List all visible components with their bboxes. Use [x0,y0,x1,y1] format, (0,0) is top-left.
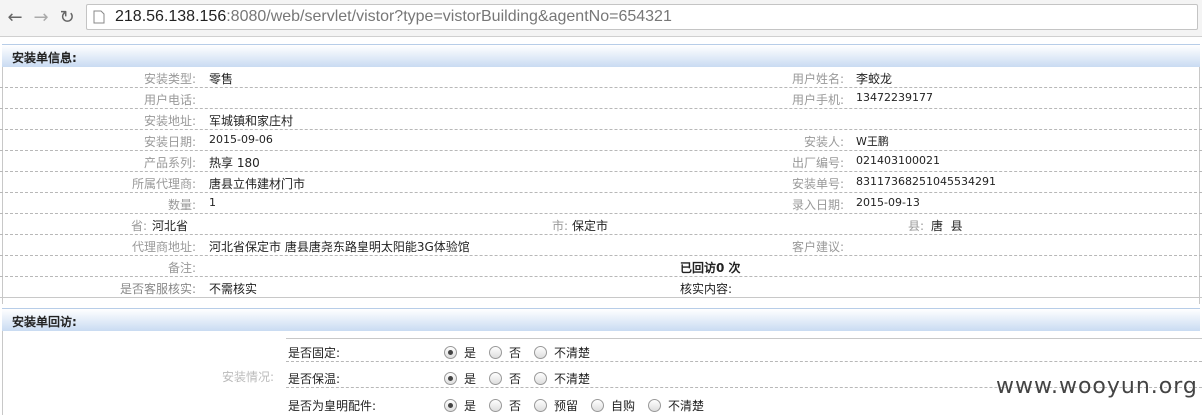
install-status-label: 安装情况: [222,370,275,384]
table-row: 省: 河北省 市: 保定市 县: 唐 县 [0,214,1202,235]
radio-option-unclear[interactable]: 不清楚 [648,397,704,414]
radio-option-self-purchased[interactable]: 自购 [591,397,635,414]
url-text: 218.56.138.156:8080/web/servlet/vistor?t… [115,8,672,25]
product-value: 热享 180 [209,156,260,170]
field-label: 安装单号: [791,177,844,191]
table-row: 安装地址: 军城镇和家庄村 [0,109,1202,130]
table-row: 是否客服核实: 不需核实 核实内容: [0,277,1202,298]
verify-content-label: 核实内容: [680,282,733,296]
reload-icon[interactable]: ↻ [56,7,78,29]
radio-button[interactable] [534,372,547,385]
agent-address-value: 河北省保定市 唐县唐尧东路皇明太阳能3G体验馆 [209,240,470,254]
question-label: 是否为皇明配件: [288,399,377,413]
radio-button[interactable] [444,372,457,385]
field-label: 用户电话: [143,93,196,107]
question-label: 是否固定: [288,346,341,360]
field-label: 安装人: [803,135,844,149]
agent-value: 唐县立伟建材门市 [209,177,306,191]
field-label: 安装日期: [143,135,196,149]
user-name-value: 李蛟龙 [856,72,893,86]
field-label: 用户手机: [791,93,844,107]
table-row: 产品系列: 热享 180 出厂编号: 021403100021 [0,151,1202,172]
radio-option-yes[interactable]: 是 [444,370,476,387]
field-label: 省: [130,219,147,233]
question-label: 是否保温: [288,372,341,386]
page-icon [93,10,105,24]
table-row: 备注: 已回访0 次 [0,256,1202,277]
radio-option-no[interactable]: 否 [489,370,521,387]
section-title: 安装单信息: [12,51,77,65]
radio-option-unclear[interactable]: 不清楚 [534,370,590,387]
radio-button[interactable] [489,346,502,359]
table-row: 代理商地址: 河北省保定市 唐县唐尧东路皇明太阳能3G体验馆 客户建议: [0,235,1202,256]
table-row: 所属代理商: 唐县立伟建材门市 安装单号: 831173682510455342… [0,172,1202,193]
province-value: 河北省 [152,219,189,233]
order-no-value: 83117368251045534291 [856,175,996,188]
field-label: 代理商地址: [131,240,196,254]
section-title: 安装单回访: [12,315,77,329]
installer-value: W王鹏 [856,135,889,148]
radio-button[interactable] [489,372,502,385]
radio-button[interactable] [648,399,661,412]
watermark: www.wooyun.org [996,374,1198,399]
user-mobile-value: 13472239177 [856,91,933,104]
field-label: 市: [551,219,568,233]
field-label: 安装地址: [143,114,196,128]
browser-toolbar: ← → ↻ 218.56.138.156:8080/web/servlet/vi… [0,0,1202,37]
radio-option-no[interactable]: 否 [489,397,521,414]
field-label: 出厂编号: [791,156,844,170]
field-label: 备注: [167,261,196,275]
city-value: 保定市 [572,219,609,233]
field-label: 产品系列: [143,156,196,170]
radio-button[interactable] [444,399,457,412]
install-type-value: 零售 [209,72,234,86]
field-label: 录入日期: [791,198,844,212]
address-bar[interactable]: 218.56.138.156:8080/web/servlet/vistor?t… [86,4,1198,30]
install-address-value: 军城镇和家庄村 [209,114,294,128]
field-label: 县: [907,219,924,233]
radio-button[interactable] [444,346,457,359]
field-label: 客户建议: [791,240,844,254]
county-value: 唐 县 [931,219,963,233]
table-row: 用户电话: 用户手机: 13472239177 [0,88,1202,109]
visited-count: 已回访0 次 [680,261,741,275]
field-label: 数量: [167,198,196,212]
radio-button[interactable] [534,399,547,412]
forward-arrow-icon[interactable]: → [30,7,52,29]
field-label: 所属代理商: [131,177,196,191]
back-arrow-icon[interactable]: ← [4,7,26,29]
field-label: 是否客服核实: [119,282,196,296]
quantity-value: 1 [209,196,216,209]
verify-value: 不需核实 [209,282,258,296]
radio-option-unclear[interactable]: 不清楚 [534,344,590,361]
field-label: 安装类型: [143,72,196,86]
radio-option-yes[interactable]: 是 [444,397,476,414]
section-header-revisit: 安装单回访: [2,308,1200,331]
radio-option-no[interactable]: 否 [489,344,521,361]
table-row: 安装类型: 零售 用户姓名: 李蛟龙 [0,67,1202,88]
field-label: 用户姓名: [791,72,844,86]
radio-button[interactable] [489,399,502,412]
radio-option-reserved[interactable]: 预留 [534,397,578,414]
radio-button[interactable] [534,346,547,359]
factory-no-value: 021403100021 [856,154,940,167]
radio-button[interactable] [591,399,604,412]
table-row: 数量: 1 录入日期: 2015-09-13 [0,193,1202,214]
entry-date-value: 2015-09-13 [856,196,920,209]
question-row-fixed: 是否固定: 是 否 不清楚 [286,338,1202,362]
install-date-value: 2015-09-06 [209,133,273,146]
table-row: 安装日期: 2015-09-06 安装人: W王鹏 [0,130,1202,151]
section-header-install-info: 安装单信息: [2,44,1200,67]
radio-option-yes[interactable]: 是 [444,344,476,361]
